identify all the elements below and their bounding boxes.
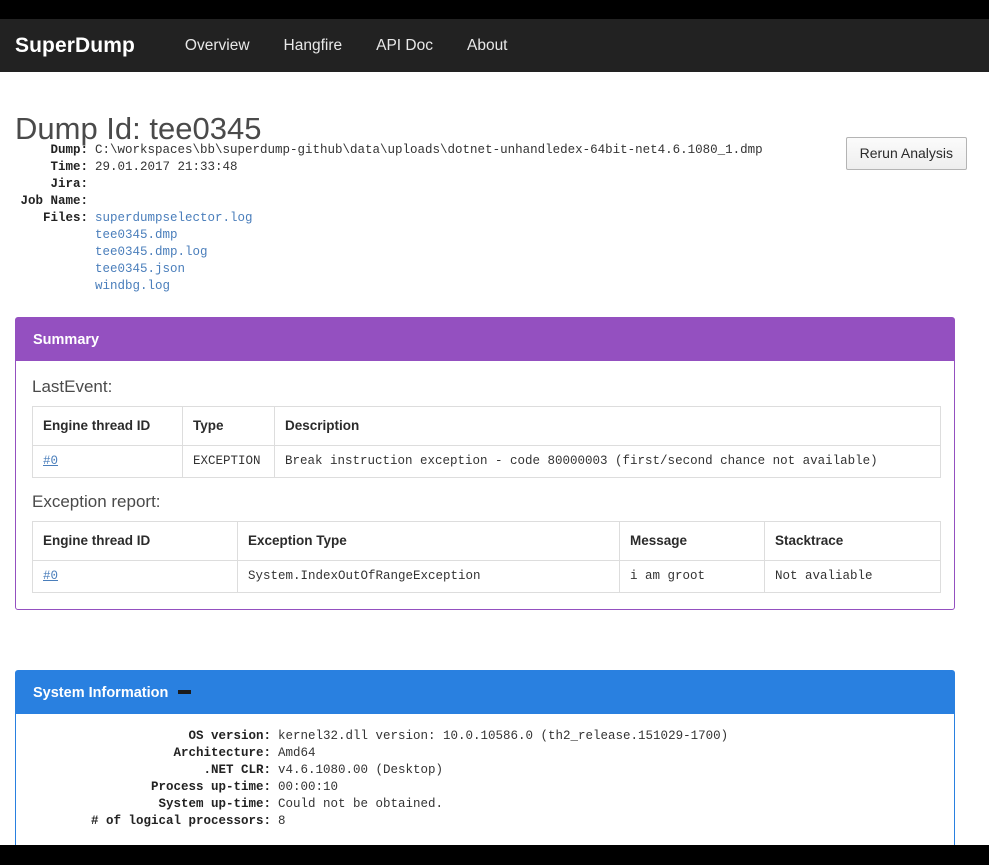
sys-value-system-uptime: Could not be obtained. — [278, 797, 444, 811]
sys-row-net-clr: .NET CLR: v4.6.1080.00 (Desktop) — [16, 762, 954, 779]
lastevent-cell-type: EXCEPTION — [182, 445, 275, 478]
summary-panel-title: Summary — [33, 331, 100, 348]
thread-link-0[interactable]: #0 — [43, 569, 58, 583]
sys-row-logical-processors: # of logical processors: 8 — [16, 813, 954, 830]
meta-row-files: Files: superdumpselector.log tee0345.dmp… — [0, 210, 860, 295]
exception-col-thread-id: Engine thread ID — [32, 521, 238, 561]
system-information-panel-title: System Information — [33, 684, 169, 701]
table-row: #0 System.IndexOutOfRangeException i am … — [32, 560, 941, 593]
meta-row-dump: Dump: C:\workspaces\bb\superdump-github\… — [0, 142, 860, 159]
exception-report-table: Engine thread ID Exception Type Message … — [32, 521, 941, 593]
file-link-tee0345-dmp-log[interactable]: tee0345.dmp.log — [95, 244, 253, 261]
sys-row-architecture: Architecture: Amd64 — [16, 745, 954, 762]
system-information-panel-heading[interactable]: System Information — [16, 671, 954, 714]
top-black-strip — [0, 0, 989, 19]
lastevent-title: LastEvent: — [32, 377, 113, 396]
sys-value-architecture: Amd64 — [278, 746, 316, 760]
meta-row-job-name: Job Name: — [0, 193, 860, 210]
summary-panel-body: LastEvent: Engine thread ID Type Descrip… — [16, 361, 954, 609]
meta-label-files: Files: — [42, 211, 88, 225]
nav-link-overview[interactable]: Overview — [168, 37, 267, 55]
navbar-links: Overview Hangfire API Doc About — [168, 37, 525, 55]
file-link-superdumpselector-log[interactable]: superdumpselector.log — [95, 210, 253, 227]
sys-label-architecture: Architecture: — [173, 746, 271, 760]
meta-label-jira: Jira: — [50, 177, 88, 191]
table-row: #0 EXCEPTION Break instruction exception… — [32, 445, 941, 478]
meta-label-job-name: Job Name: — [20, 194, 88, 208]
meta-row-time: Time: 29.01.2017 21:33:48 — [0, 159, 860, 176]
exception-col-exception-type: Exception Type — [237, 521, 620, 561]
exception-cell-message: i am groot — [619, 560, 765, 593]
sys-label-net-clr: .NET CLR: — [203, 763, 271, 777]
nav-link-about[interactable]: About — [450, 37, 525, 55]
lastevent-col-description: Description — [274, 406, 941, 446]
summary-panel-heading[interactable]: Summary — [16, 318, 954, 361]
table-header-row: Engine thread ID Exception Type Message … — [32, 521, 941, 561]
sys-row-os-version: OS version: kernel32.dll version: 10.0.1… — [16, 728, 954, 745]
lastevent-cell-thread-id: #0 — [32, 445, 183, 478]
exception-col-message: Message — [619, 521, 765, 561]
lastevent-table: Engine thread ID Type Description #0 EXC… — [32, 406, 941, 478]
sys-value-process-uptime: 00:00:10 — [278, 780, 339, 794]
meta-label-dump: Dump: — [50, 143, 88, 157]
file-link-list: superdumpselector.log tee0345.dmp tee034… — [95, 210, 253, 295]
exception-col-stacktrace: Stacktrace — [764, 521, 941, 561]
sys-label-process-uptime: Process up-time: — [150, 780, 271, 794]
meta-value-time: 29.01.2017 21:33:48 — [95, 160, 238, 174]
sys-row-process-uptime: Process up-time: 00:00:10 — [16, 779, 954, 796]
file-link-tee0345-json[interactable]: tee0345.json — [95, 261, 253, 278]
file-link-windbg-log[interactable]: windbg.log — [95, 278, 253, 295]
dump-metadata: Dump: C:\workspaces\bb\superdump-github\… — [0, 142, 860, 295]
minus-icon[interactable] — [178, 690, 192, 694]
page-root: SuperDump Overview Hangfire API Doc Abou… — [0, 0, 989, 865]
exception-cell-exception-type: System.IndexOutOfRangeException — [237, 560, 620, 593]
meta-label-time: Time: — [50, 160, 88, 174]
meta-row-jira: Jira: — [0, 176, 860, 193]
exception-report-title: Exception report: — [32, 492, 161, 511]
sys-label-os-version: OS version: — [188, 729, 271, 743]
sys-value-logical-processors: 8 — [278, 814, 286, 828]
sys-value-net-clr: v4.6.1080.00 (Desktop) — [278, 763, 444, 777]
summary-panel: Summary LastEvent: Engine thread ID Type… — [15, 317, 955, 610]
sys-value-os-version: kernel32.dll version: 10.0.10586.0 (th2_… — [278, 729, 729, 743]
system-information-rows: OS version: kernel32.dll version: 10.0.1… — [16, 714, 954, 830]
sys-label-system-uptime: System up-time: — [158, 797, 271, 811]
system-information-panel: System Information OS version: kernel32.… — [15, 670, 955, 845]
thread-link-0[interactable]: #0 — [43, 454, 58, 468]
brand-logo[interactable]: SuperDump — [15, 34, 135, 58]
navbar: SuperDump Overview Hangfire API Doc Abou… — [0, 19, 989, 72]
lastevent-cell-description: Break instruction exception - code 80000… — [274, 445, 941, 478]
rerun-analysis-button[interactable]: Rerun Analysis — [845, 137, 967, 170]
exception-cell-stacktrace: Not avaliable — [764, 560, 941, 593]
file-link-tee0345-dmp[interactable]: tee0345.dmp — [95, 227, 253, 244]
nav-link-api-doc[interactable]: API Doc — [359, 37, 450, 55]
exception-cell-thread-id: #0 — [32, 560, 238, 593]
content-sheet: Dump Id: tee0345 Rerun Analysis Dump: C:… — [0, 72, 989, 845]
sys-row-system-uptime: System up-time: Could not be obtained. — [16, 796, 954, 813]
meta-value-dump: C:\workspaces\bb\superdump-github\data\u… — [95, 143, 763, 157]
nav-link-hangfire[interactable]: Hangfire — [267, 37, 360, 55]
lastevent-col-type: Type — [182, 406, 275, 446]
sys-label-logical-processors: # of logical processors: — [90, 814, 271, 828]
lastevent-col-thread-id: Engine thread ID — [32, 406, 183, 446]
table-header-row: Engine thread ID Type Description — [32, 406, 941, 446]
